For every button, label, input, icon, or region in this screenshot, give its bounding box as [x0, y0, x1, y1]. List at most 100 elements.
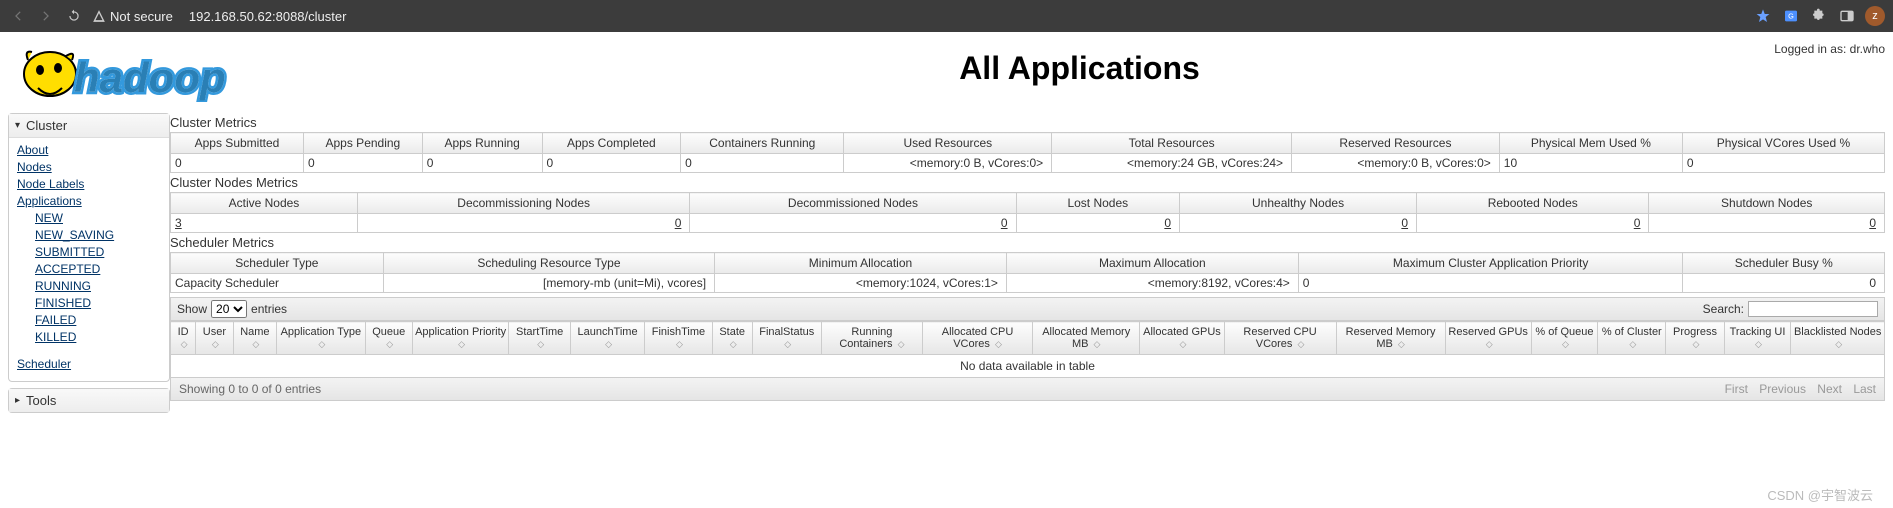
- empty-message: No data available in table: [171, 355, 1885, 378]
- cm-v6: <memory:24 GB, vCores:24>: [1052, 154, 1292, 173]
- apps-header-5[interactable]: Application Priority ◇: [412, 322, 509, 355]
- sidebar-scheduler[interactable]: Scheduler: [17, 356, 161, 373]
- apps-header-0[interactable]: ID ◇: [171, 322, 196, 355]
- pager-prev[interactable]: Previous: [1759, 382, 1806, 396]
- nm-h0: Active Nodes: [171, 193, 358, 214]
- sidebar-state-killed[interactable]: KILLED: [17, 329, 161, 346]
- sm-v5: 0: [1683, 274, 1885, 293]
- apps-header-21[interactable]: Tracking UI ◇: [1724, 322, 1791, 355]
- sm-v4: 0: [1298, 274, 1683, 293]
- cm-h0: Apps Submitted: [171, 133, 304, 154]
- sidebar-state-running[interactable]: RUNNING: [17, 278, 161, 295]
- chevron-right-icon: ▸: [15, 395, 20, 406]
- nm-v6[interactable]: 0: [1649, 214, 1885, 233]
- search-input[interactable]: [1748, 301, 1878, 317]
- apps-header-3[interactable]: Application Type ◇: [277, 322, 365, 355]
- cluster-metrics-title: Cluster Metrics: [170, 115, 1885, 130]
- svg-text:G: G: [1788, 12, 1794, 21]
- apps-header-2[interactable]: Name ◇: [233, 322, 277, 355]
- page-size-select[interactable]: 20: [211, 300, 247, 318]
- sidebar-state-new-saving[interactable]: NEW_SAVING: [17, 227, 161, 244]
- pager-next[interactable]: Next: [1817, 382, 1842, 396]
- nm-v5[interactable]: 0: [1417, 214, 1649, 233]
- cm-v3: 0: [542, 154, 681, 173]
- apps-header-1[interactable]: User ◇: [196, 322, 233, 355]
- sidebar-state-submitted[interactable]: SUBMITTED: [17, 244, 161, 261]
- sidebar-state-finished[interactable]: FINISHED: [17, 295, 161, 312]
- apps-header-8[interactable]: FinishTime ◇: [645, 322, 713, 355]
- nm-v4[interactable]: 0: [1180, 214, 1417, 233]
- sidebar-state-accepted[interactable]: ACCEPTED: [17, 261, 161, 278]
- apps-header-11[interactable]: Running Containers ◇: [821, 322, 922, 355]
- apps-header-20[interactable]: Progress ◇: [1666, 322, 1724, 355]
- cm-v1: 0: [303, 154, 422, 173]
- address-bar[interactable]: Not secure 192.168.50.62:8088/cluster: [92, 9, 346, 24]
- sidebar-state-new[interactable]: NEW: [17, 210, 161, 227]
- pager-first[interactable]: First: [1725, 382, 1748, 396]
- cm-h4: Containers Running: [681, 133, 844, 154]
- nodes-metrics-title: Cluster Nodes Metrics: [170, 175, 1885, 190]
- apps-header-12[interactable]: Allocated CPU VCores ◇: [923, 322, 1033, 355]
- nm-v2[interactable]: 0: [690, 214, 1016, 233]
- reload-button[interactable]: [64, 6, 84, 26]
- sidebar-about[interactable]: About: [17, 142, 161, 159]
- sm-h4: Maximum Cluster Application Priority: [1298, 253, 1683, 274]
- nm-v3[interactable]: 0: [1016, 214, 1179, 233]
- chevron-down-icon: ▾: [15, 120, 20, 131]
- entries-label: entries: [251, 302, 287, 316]
- sidebar-node-labels[interactable]: Node Labels: [17, 176, 161, 193]
- datatable-top: Show 20 entries Search:: [170, 297, 1885, 321]
- sm-h0: Scheduler Type: [171, 253, 384, 274]
- cm-v2: 0: [422, 154, 542, 173]
- apps-header-7[interactable]: LaunchTime ◇: [570, 322, 644, 355]
- back-button[interactable]: [8, 6, 28, 26]
- apps-header-6[interactable]: StartTime ◇: [509, 322, 570, 355]
- cm-h3: Apps Completed: [542, 133, 681, 154]
- sidebar-state-failed[interactable]: FAILED: [17, 312, 161, 329]
- cm-v4: 0: [681, 154, 844, 173]
- pager-last[interactable]: Last: [1853, 382, 1876, 396]
- nm-h1: Decommissioning Nodes: [357, 193, 689, 214]
- datatable-bottom: Showing 0 to 0 of 0 entries First Previo…: [170, 378, 1885, 401]
- panel-icon[interactable]: [1837, 6, 1857, 26]
- cm-v9: 0: [1682, 154, 1884, 173]
- svg-text:hadoop: hadoop: [74, 54, 226, 101]
- applications-table: ID ◇User ◇Name ◇Application Type ◇Queue …: [170, 321, 1885, 378]
- nm-h6: Shutdown Nodes: [1649, 193, 1885, 214]
- apps-header-19[interactable]: % of Cluster ◇: [1598, 322, 1666, 355]
- forward-button[interactable]: [36, 6, 56, 26]
- bookmark-star-icon[interactable]: [1753, 6, 1773, 26]
- sidebar-applications[interactable]: Applications: [17, 193, 161, 210]
- info-text: Showing 0 to 0 of 0 entries: [179, 382, 321, 396]
- cm-v5: <memory:0 B, vCores:0>: [844, 154, 1052, 173]
- scheduler-metrics-title: Scheduler Metrics: [170, 235, 1885, 250]
- sm-v1: [memory-mb (unit=Mi), vcores]: [383, 274, 714, 293]
- cm-v8: 10: [1499, 154, 1682, 173]
- nm-v0[interactable]: 3: [171, 214, 358, 233]
- apps-header-10[interactable]: FinalStatus ◇: [752, 322, 821, 355]
- sidebar-nodes[interactable]: Nodes: [17, 159, 161, 176]
- not-secure-indicator: Not secure: [92, 9, 173, 24]
- sidebar-cluster-header[interactable]: ▾ Cluster: [9, 114, 169, 138]
- nodes-metrics-table: Active Nodes Decommissioning Nodes Decom…: [170, 192, 1885, 233]
- apps-header-14[interactable]: Allocated GPUs ◇: [1140, 322, 1224, 355]
- profile-avatar[interactable]: z: [1865, 6, 1885, 26]
- apps-header-17[interactable]: Reserved GPUs ◇: [1445, 322, 1531, 355]
- nm-v1[interactable]: 0: [357, 214, 689, 233]
- apps-header-13[interactable]: Allocated Memory MB ◇: [1033, 322, 1140, 355]
- apps-header-4[interactable]: Queue ◇: [365, 322, 412, 355]
- sm-h5: Scheduler Busy %: [1683, 253, 1885, 274]
- apps-header-16[interactable]: Reserved Memory MB ◇: [1336, 322, 1445, 355]
- apps-header-22[interactable]: Blacklisted Nodes ◇: [1791, 322, 1885, 355]
- apps-header-15[interactable]: Reserved CPU VCores ◇: [1224, 322, 1336, 355]
- scheduler-metrics-table: Scheduler Type Scheduling Resource Type …: [170, 252, 1885, 293]
- apps-header-9[interactable]: State ◇: [712, 322, 752, 355]
- extensions-icon[interactable]: [1809, 6, 1829, 26]
- cm-h2: Apps Running: [422, 133, 542, 154]
- apps-header-18[interactable]: % of Queue ◇: [1531, 322, 1597, 355]
- cm-v0: 0: [171, 154, 304, 173]
- cm-h1: Apps Pending: [303, 133, 422, 154]
- sidebar-tools-header[interactable]: ▸ Tools: [9, 389, 169, 412]
- translate-icon[interactable]: G: [1781, 6, 1801, 26]
- nm-h5: Rebooted Nodes: [1417, 193, 1649, 214]
